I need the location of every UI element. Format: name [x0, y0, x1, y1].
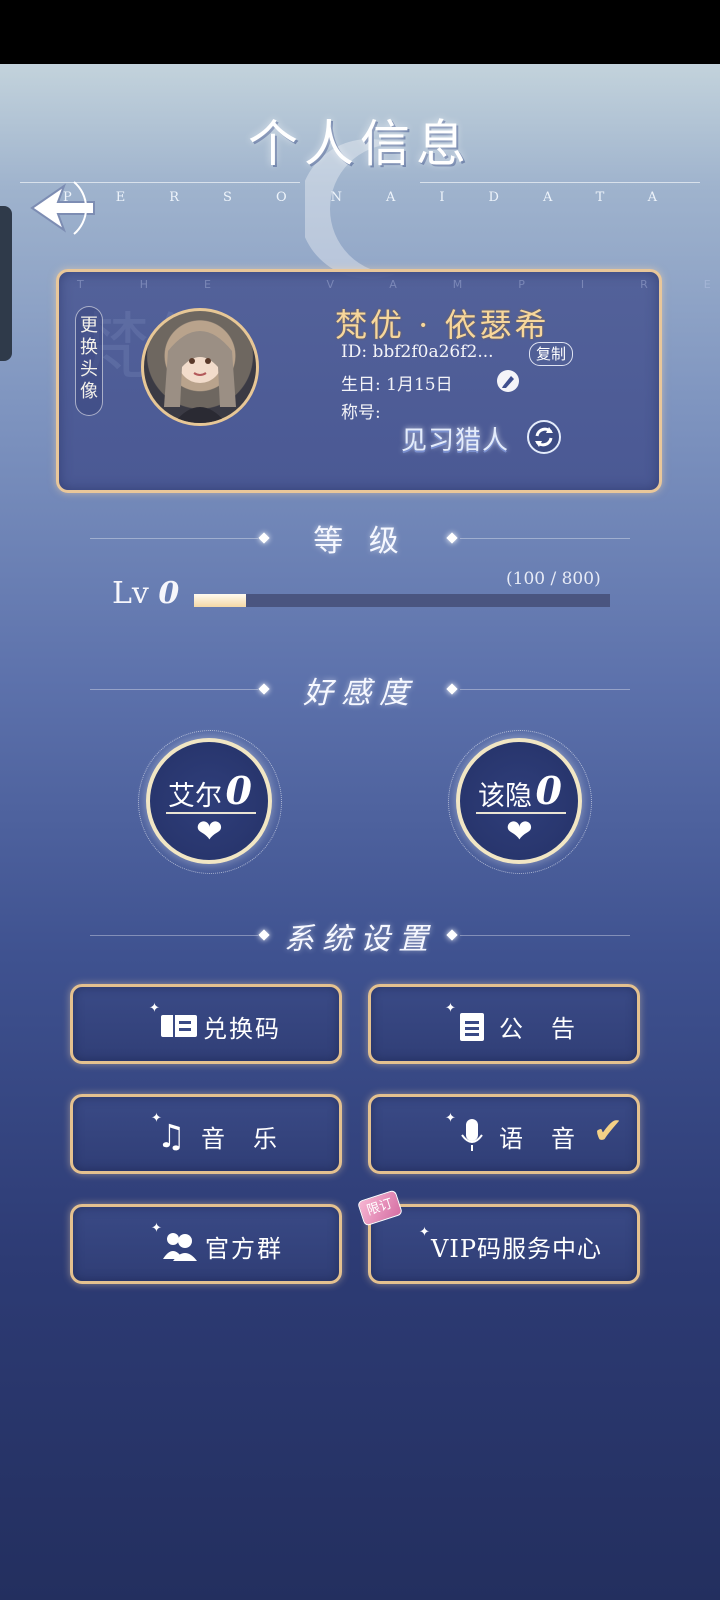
avatar[interactable] [141, 308, 259, 426]
official-group-label: 官方群 [205, 1235, 283, 1263]
affinity-character-1[interactable]: 艾尔 0 ❤ [146, 738, 272, 864]
affinity-divider-right [460, 689, 630, 690]
side-drawer-tab[interactable] [0, 206, 12, 361]
voice-button[interactable]: ✦ 语 音 ✔ [368, 1094, 640, 1174]
affinity-name-2: 该隐 [478, 781, 532, 812]
affinity-name-1: 艾尔 [168, 781, 222, 812]
title-label: 称号: [341, 403, 381, 423]
affinity-character-2[interactable]: 该隐 0 ❤ [456, 738, 582, 864]
check-icon[interactable]: ✔ [593, 1111, 623, 1152]
page-title-wrap: 个人信息 [0, 104, 720, 176]
copy-label: 复制 [536, 345, 567, 363]
pencil-icon [502, 376, 514, 388]
announcement-button[interactable]: ✦ 公 告 [368, 984, 640, 1064]
birthday-label: 生日: [341, 375, 381, 395]
level-label: Lv 0 [112, 576, 179, 611]
player-title-badge: 见习猎人 [401, 426, 510, 456]
sparkle-icon: ✦ [445, 1111, 456, 1126]
exp-text: (100 / 800) [506, 569, 601, 589]
music-note-icon: ♫ [157, 1117, 186, 1155]
level-value: 0 [158, 576, 180, 611]
settings-divider-right [460, 935, 630, 936]
change-avatar-label: 更换头像 [80, 315, 98, 402]
vip-service-button[interactable]: ✦ VIP码服务中心 [368, 1204, 640, 1284]
status-bar [0, 0, 720, 64]
notepad-icon [460, 1013, 484, 1041]
settings-heading: 系统设置 [284, 922, 436, 957]
music-label: 音 乐 [201, 1125, 279, 1153]
page-title: 个人信息 [248, 115, 472, 173]
title-divider-right [420, 182, 700, 183]
avatar-portrait-icon [164, 331, 236, 423]
affinity-value-2: 0 [535, 768, 562, 813]
title-divider-left [20, 182, 300, 183]
vip-service-label: VIP码服务中心 [431, 1235, 602, 1263]
page-subtitle: PERSONAIDATA [63, 190, 701, 205]
heart-icon: ❤ [506, 812, 533, 850]
id-value: bbf2f0a26f2... [372, 342, 494, 362]
heart-icon: ❤ [196, 812, 223, 850]
exp-progress-fill [194, 594, 246, 607]
change-title-button[interactable] [527, 420, 561, 454]
affinity-value-1: 0 [225, 768, 252, 813]
id-label: ID: [341, 342, 368, 362]
affinity-heading: 好感度 [303, 676, 417, 711]
edit-birthday-button[interactable] [497, 370, 519, 392]
birthday-value: 1月15日 [386, 375, 453, 395]
ticket-icon [161, 1015, 197, 1037]
profile-card: THE VAMPIRE HUNTERS 梵优 更换头像 梵优 · 依瑟希 ID:… [56, 269, 720, 493]
change-avatar-button[interactable]: 更换头像 [75, 306, 103, 416]
level-divider-right [460, 538, 630, 539]
exp-progress-bar [194, 594, 610, 607]
voice-label: 语 音 [499, 1125, 577, 1153]
users-icon [163, 1233, 197, 1261]
copy-id-button[interactable]: 复制 [529, 342, 574, 366]
id-row: ID: bbf2f0a26f2... [341, 342, 494, 362]
sparkle-icon: ✦ [445, 1001, 456, 1016]
official-group-button[interactable]: ✦ 官方群 [70, 1204, 342, 1284]
redeem-code-button[interactable]: ✦ 兑换码 [70, 984, 342, 1064]
announcement-label: 公 告 [499, 1015, 577, 1043]
music-button[interactable]: ✦ ♫ 音 乐 [70, 1094, 342, 1174]
level-prefix: Lv [112, 576, 149, 611]
birthday-row: 生日: 1月15日 [341, 370, 453, 395]
profile-screen: 个人信息 PERSONAIDATA THE VAMPIRE HUNTERS 梵优… [0, 64, 720, 1600]
microphone-icon [461, 1119, 483, 1151]
player-name: 梵优 · 依瑟希 [335, 306, 550, 344]
redeem-code-label: 兑换码 [203, 1015, 281, 1043]
sparkle-icon: ✦ [419, 1225, 430, 1240]
refresh-icon [535, 427, 553, 447]
